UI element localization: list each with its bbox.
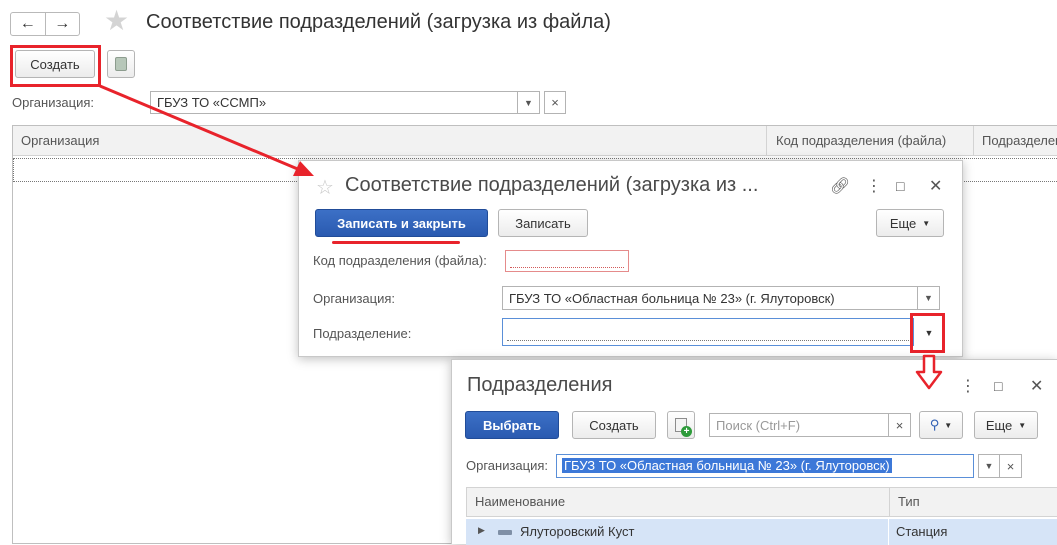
row-name: Ялуторовский Куст xyxy=(520,524,635,539)
create-button[interactable]: Создать xyxy=(572,411,656,439)
choose-button[interactable]: Выбрать xyxy=(465,411,559,439)
subdivision-label: Подразделение: xyxy=(313,326,412,341)
table-header: Организация Код подразделения (файла) По… xyxy=(13,126,1057,156)
organization-filter-label: Организация: xyxy=(12,95,95,110)
clear-icon[interactable]: × xyxy=(889,413,911,437)
code-input[interactable] xyxy=(505,250,629,272)
column-file-code[interactable]: Код подразделения (файла) xyxy=(766,126,973,156)
navigation-buttons: ← → xyxy=(10,12,80,36)
page-title: Соответствие подразделений (загрузка из … xyxy=(146,11,611,33)
close-icon[interactable]: ✕ xyxy=(929,176,942,196)
add-document-icon xyxy=(675,418,692,437)
link-icon[interactable]: 🔗︎ xyxy=(830,176,850,196)
chevron-down-icon: ▼ xyxy=(922,218,931,228)
organization-input[interactable]: ГБУЗ ТО «Областная больница № 23» (г. Ял… xyxy=(502,286,918,310)
more-label: Еще xyxy=(889,215,917,231)
code-label: Код подразделения (файла): xyxy=(313,253,487,268)
column-type[interactable]: Тип xyxy=(889,488,1057,516)
column-organization[interactable]: Организация xyxy=(13,126,766,156)
more-label: Еще xyxy=(985,417,1013,433)
table-header: Наименование Тип xyxy=(466,487,1057,517)
chevron-down-icon[interactable]: ▼ xyxy=(518,91,540,114)
search-button[interactable]: ⚲ ▼ xyxy=(919,411,963,439)
chevron-down-icon[interactable]: ▼ xyxy=(918,286,940,310)
expand-triangle-icon[interactable]: ▶ xyxy=(478,525,485,536)
highlight-underline xyxy=(332,241,460,244)
highlight-box-dropdown xyxy=(910,313,945,353)
document-icon xyxy=(115,57,127,71)
organization-label: Организация: xyxy=(313,291,396,306)
more-button[interactable]: Еще ▼ xyxy=(974,411,1038,439)
add-copy-button[interactable] xyxy=(667,411,695,439)
group-icon xyxy=(498,530,512,535)
table-row[interactable]: ▶ Ялуторовский Куст Станция xyxy=(466,519,1057,545)
save-and-close-button[interactable]: Записать и закрыть xyxy=(315,209,488,237)
subdivisions-dialog: Подразделения ⋮ □ ✕ Выбрать Создать Поис… xyxy=(451,359,1057,545)
close-icon[interactable]: ✕ xyxy=(1030,376,1043,396)
chevron-down-icon: ▼ xyxy=(1018,420,1027,430)
more-vert-icon[interactable]: ⋮ xyxy=(960,376,976,396)
record-dialog: ☆ Соответствие подразделений (загрузка и… xyxy=(298,160,963,357)
search-icon: ⚲ xyxy=(929,417,940,432)
organization-filter-input[interactable]: ГБУЗ ТО «ССМП» xyxy=(150,91,518,114)
organization-value: ГБУЗ ТО «Областная больница № 23» (г. Ял… xyxy=(562,458,892,473)
column-divider xyxy=(888,519,889,545)
back-icon[interactable]: ← xyxy=(11,13,45,35)
highlight-box-create xyxy=(10,45,101,87)
maximize-icon[interactable]: □ xyxy=(994,378,1002,394)
column-name[interactable]: Наименование xyxy=(467,488,887,516)
clear-icon[interactable]: × xyxy=(1000,454,1022,478)
forward-icon[interactable]: → xyxy=(44,13,80,35)
column-subdivision[interactable]: Подразделение xyxy=(973,126,1057,156)
more-button[interactable]: Еще ▼ xyxy=(876,209,944,237)
dialog-title: Подразделения xyxy=(467,374,613,396)
favorite-star-icon[interactable]: ★ xyxy=(104,7,129,35)
copy-button[interactable] xyxy=(107,50,135,78)
maximize-icon[interactable]: □ xyxy=(896,178,904,194)
chevron-down-icon[interactable]: ▼ xyxy=(978,454,1000,478)
dialog-title: Соответствие подразделений (загрузка из … xyxy=(345,174,759,196)
search-input[interactable]: Поиск (Ctrl+F) xyxy=(709,413,889,437)
more-vert-icon[interactable]: ⋮ xyxy=(866,176,882,196)
organization-input[interactable]: ГБУЗ ТО «Областная больница № 23» (г. Ял… xyxy=(556,454,974,478)
clear-icon[interactable]: × xyxy=(544,91,566,114)
row-type: Станция xyxy=(896,524,948,539)
subdivision-input[interactable] xyxy=(502,318,914,346)
chevron-down-icon: ▼ xyxy=(944,420,953,430)
favorite-star-icon[interactable]: ☆ xyxy=(316,175,334,200)
save-button[interactable]: Записать xyxy=(498,209,588,237)
organization-label: Организация: xyxy=(466,458,549,473)
